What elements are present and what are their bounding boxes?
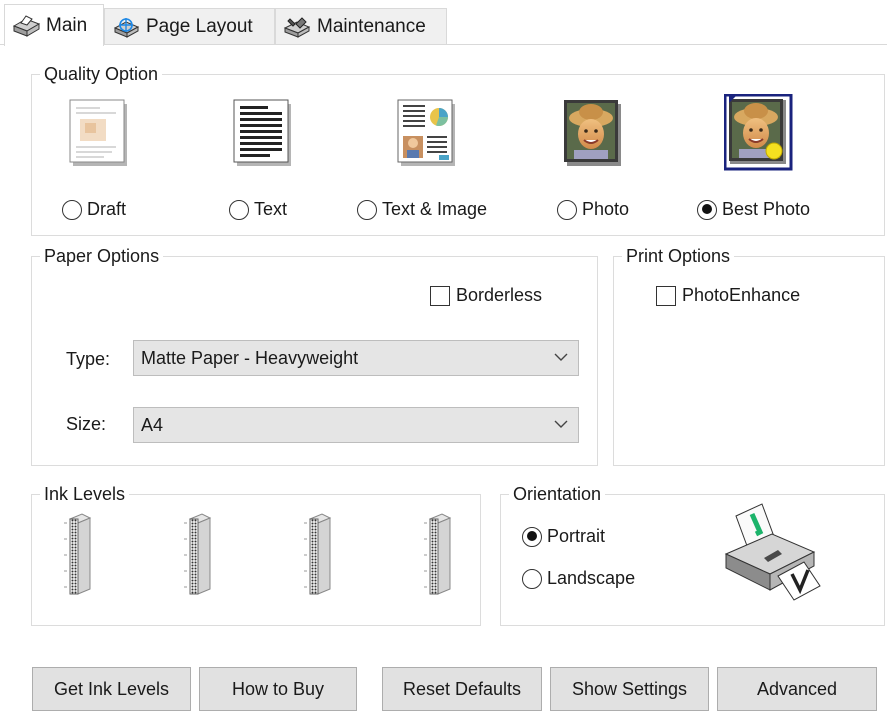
radio-circle-checked (522, 526, 542, 547)
orientation-landscape-label: Landscape (547, 568, 636, 588)
chevron-down-icon (554, 420, 568, 428)
type-label: Type: (66, 349, 111, 369)
photoenhance-label: PhotoEnhance (682, 285, 801, 305)
radio-circle (522, 568, 542, 589)
printer-tab-icon (12, 14, 41, 37)
ink-cartridge-icon (184, 513, 212, 595)
tab-bar: Main Page Layout Maintenance (0, 0, 887, 46)
quality-text-image-label: Text & Image (382, 199, 488, 219)
paper-size-value: A4 (141, 414, 164, 435)
ink-cartridge-icon (424, 513, 452, 595)
best-photo-icon (724, 94, 793, 171)
quality-photo-label: Photo (582, 199, 630, 219)
paper-type-select[interactable]: Matte Paper - Heavyweight (133, 340, 579, 376)
ink-levels-legend: Ink Levels (40, 482, 130, 506)
maintenance-icon (283, 16, 311, 38)
borderless-label: Borderless (456, 285, 543, 305)
ink-levels-group: Ink Levels (31, 482, 481, 626)
tab-page-layout-label: Page Layout (146, 15, 253, 37)
size-label: Size: (66, 414, 107, 434)
draft-document-icon (69, 99, 127, 166)
text-document-icon (233, 99, 291, 166)
chevron-down-icon (554, 353, 568, 361)
quality-best-photo-radio[interactable]: Best Photo (697, 199, 810, 220)
paper-options-legend: Paper Options (40, 244, 164, 268)
quality-draft-label: Draft (87, 199, 127, 219)
quality-photo-radio[interactable]: Photo (557, 199, 629, 220)
orientation-portrait-label: Portrait (547, 526, 606, 546)
quality-text-image-radio[interactable]: Text & Image (357, 199, 487, 220)
print-options-legend: Print Options (622, 244, 735, 268)
borderless-checkbox[interactable]: Borderless (430, 285, 542, 306)
text-image-document-icon (397, 99, 455, 166)
quality-best-photo-label: Best Photo (722, 199, 811, 219)
how-to-buy-button[interactable]: How to Buy (199, 667, 357, 711)
get-ink-levels-button[interactable]: Get Ink Levels (32, 667, 191, 711)
radio-circle (62, 199, 82, 220)
printer-orientation-icon (724, 503, 821, 601)
tab-maintenance[interactable]: Maintenance (275, 8, 447, 44)
tab-page-layout[interactable]: Page Layout (104, 8, 275, 44)
radio-circle-checked (697, 199, 717, 220)
quality-text-label: Text (254, 199, 288, 219)
ink-cartridge-icon (304, 513, 332, 595)
advanced-button[interactable]: Advanced (717, 667, 877, 711)
tab-main-label: Main (46, 14, 88, 36)
orientation-legend: Orientation (509, 482, 606, 506)
radio-circle (229, 199, 249, 220)
quality-text-radio[interactable]: Text (229, 199, 287, 220)
checkbox-box (656, 285, 676, 306)
tab-maintenance-label: Maintenance (317, 15, 426, 37)
orientation-landscape-radio[interactable]: Landscape (522, 568, 635, 589)
page-layout-icon (113, 17, 140, 38)
tab-divider (0, 44, 887, 45)
photo-icon (564, 100, 621, 166)
tab-main[interactable]: Main (4, 4, 104, 46)
photoenhance-checkbox[interactable]: PhotoEnhance (656, 285, 800, 306)
show-settings-button[interactable]: Show Settings (550, 667, 709, 711)
quality-draft-radio[interactable]: Draft (62, 199, 126, 220)
orientation-group: Orientation (500, 482, 885, 626)
checkbox-box (430, 285, 450, 306)
paper-size-select[interactable]: A4 (133, 407, 579, 443)
quality-option-legend: Quality Option (40, 62, 163, 86)
reset-defaults-button[interactable]: Reset Defaults (382, 667, 542, 711)
radio-circle (357, 199, 377, 220)
orientation-portrait-radio[interactable]: Portrait (522, 526, 605, 547)
radio-circle (557, 199, 577, 220)
paper-type-value: Matte Paper - Heavyweight (141, 347, 359, 368)
ink-cartridge-icon (64, 513, 92, 595)
